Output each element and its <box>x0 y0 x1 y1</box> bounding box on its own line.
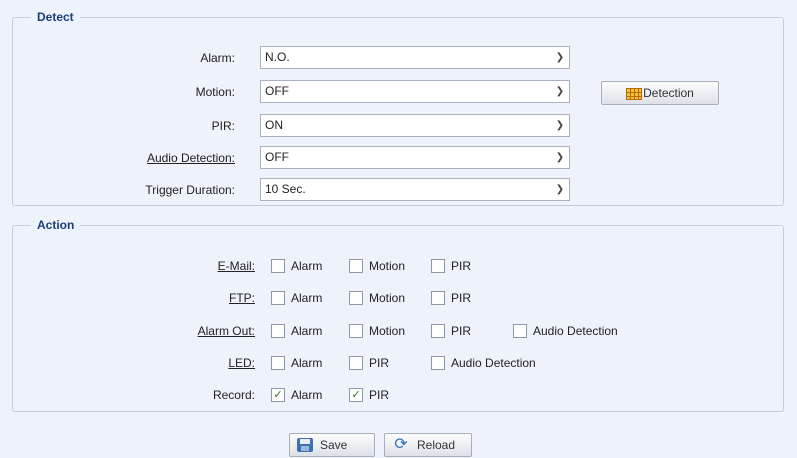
audio-detection-select-value: OFF <box>265 150 289 164</box>
alarm-out-alarm-checkbox[interactable] <box>271 324 285 338</box>
motion-select-value: OFF <box>265 84 289 98</box>
ftp-pir-checkbox[interactable] <box>431 291 445 305</box>
audio-detection-row: Audio Detection: OFF ❯ <box>13 146 785 170</box>
chevron-down-icon[interactable]: ❯ <box>551 115 569 136</box>
ftp-row: FTP: Alarm Motion PIR <box>13 288 785 308</box>
check-icon: ✓ <box>351 389 361 401</box>
disk-icon <box>297 438 313 452</box>
alarm-out-audio-detection-checkbox[interactable] <box>513 324 527 338</box>
check-icon: ✓ <box>273 389 283 401</box>
alarm-row: Alarm: N.O. ❯ <box>13 46 785 70</box>
detect-section: Detect Alarm: N.O. ❯ Motion: OFF ❯ PIR: … <box>12 10 784 206</box>
led-audio-detection-checkbox[interactable] <box>431 356 445 370</box>
grid-icon <box>626 87 643 100</box>
save-button[interactable]: Save <box>289 433 375 457</box>
save-button-label: Save <box>320 438 348 452</box>
email-motion-checkbox[interactable] <box>349 259 363 273</box>
audio-detection-select[interactable]: OFF ❯ <box>260 146 570 169</box>
ftp-motion-checkbox[interactable] <box>349 291 363 305</box>
record-pir-checkbox[interactable]: ✓ <box>349 388 363 402</box>
led-row: LED: Alarm PIR Audio Detection <box>13 353 785 373</box>
alarm-out-audio-detection-text: Audio Detection <box>533 324 618 338</box>
pir-select[interactable]: ON ❯ <box>260 114 570 137</box>
chevron-down-icon[interactable]: ❯ <box>551 147 569 168</box>
record-label: Record: <box>212 388 255 402</box>
email-pir-text: PIR <box>451 259 472 273</box>
led-alarm-checkbox[interactable] <box>271 356 285 370</box>
led-alarm-text: Alarm <box>291 356 323 370</box>
alarm-select-value: N.O. <box>265 50 290 64</box>
alarm-out-row: Alarm Out: Alarm Motion PIR Audio Detect… <box>13 321 785 341</box>
ftp-alarm-text: Alarm <box>291 291 323 305</box>
trigger-duration-select[interactable]: 10 Sec. ❯ <box>260 178 570 201</box>
action-section: Action E-Mail: Alarm Motion PIR FTP: Ala… <box>12 218 784 412</box>
email-motion-text: Motion <box>369 259 406 273</box>
led-label[interactable]: LED: <box>228 353 255 373</box>
chevron-down-icon[interactable]: ❯ <box>551 47 569 68</box>
motion-label: Motion: <box>195 85 235 99</box>
trigger-duration-select-value: 10 Sec. <box>265 182 306 196</box>
alarm-out-pir-checkbox[interactable] <box>431 324 445 338</box>
chevron-down-icon[interactable]: ❯ <box>551 81 569 102</box>
motion-select[interactable]: OFF ❯ <box>260 80 570 103</box>
ftp-label[interactable]: FTP: <box>229 288 255 308</box>
action-legend: Action <box>37 218 75 232</box>
record-pir-text: PIR <box>369 388 390 402</box>
pir-label: PIR: <box>211 119 235 133</box>
ftp-alarm-checkbox[interactable] <box>271 291 285 305</box>
led-audio-detection-text: Audio Detection <box>451 356 536 370</box>
detection-button-label: Detection <box>643 86 694 100</box>
pir-row: PIR: ON ❯ <box>13 114 785 138</box>
alarm-out-alarm-text: Alarm <box>291 324 323 338</box>
alarm-select[interactable]: N.O. ❯ <box>260 46 570 69</box>
pir-select-value: ON <box>265 118 283 132</box>
alarm-out-label[interactable]: Alarm Out: <box>198 321 255 341</box>
ftp-motion-text: Motion <box>369 291 406 305</box>
email-pir-checkbox[interactable] <box>431 259 445 273</box>
reload-icon: ⟳ <box>394 436 408 453</box>
email-alarm-text: Alarm <box>291 259 323 273</box>
trigger-duration-label: Trigger Duration: <box>145 183 235 197</box>
reload-button[interactable]: ⟳ Reload <box>384 433 472 457</box>
email-label[interactable]: E-Mail: <box>218 256 255 276</box>
detection-button[interactable]: Detection <box>601 81 719 105</box>
chevron-down-icon[interactable]: ❯ <box>551 179 569 200</box>
reload-button-label: Reload <box>417 438 456 452</box>
alarm-label: Alarm: <box>200 51 235 65</box>
led-pir-text: PIR <box>369 356 390 370</box>
email-row: E-Mail: Alarm Motion PIR <box>13 256 785 276</box>
detect-legend: Detect <box>37 10 74 24</box>
record-alarm-text: Alarm <box>291 388 323 402</box>
email-alarm-checkbox[interactable] <box>271 259 285 273</box>
ftp-pir-text: PIR <box>451 291 472 305</box>
alarm-out-pir-text: PIR <box>451 324 472 338</box>
alarm-out-motion-checkbox[interactable] <box>349 324 363 338</box>
audio-detection-label[interactable]: Audio Detection: <box>147 146 235 170</box>
trigger-duration-row: Trigger Duration: 10 Sec. ❯ <box>13 178 785 202</box>
led-pir-checkbox[interactable] <box>349 356 363 370</box>
record-alarm-checkbox[interactable]: ✓ <box>271 388 285 402</box>
record-row: Record: ✓ Alarm ✓ PIR <box>13 385 785 405</box>
alarm-out-motion-text: Motion <box>369 324 406 338</box>
